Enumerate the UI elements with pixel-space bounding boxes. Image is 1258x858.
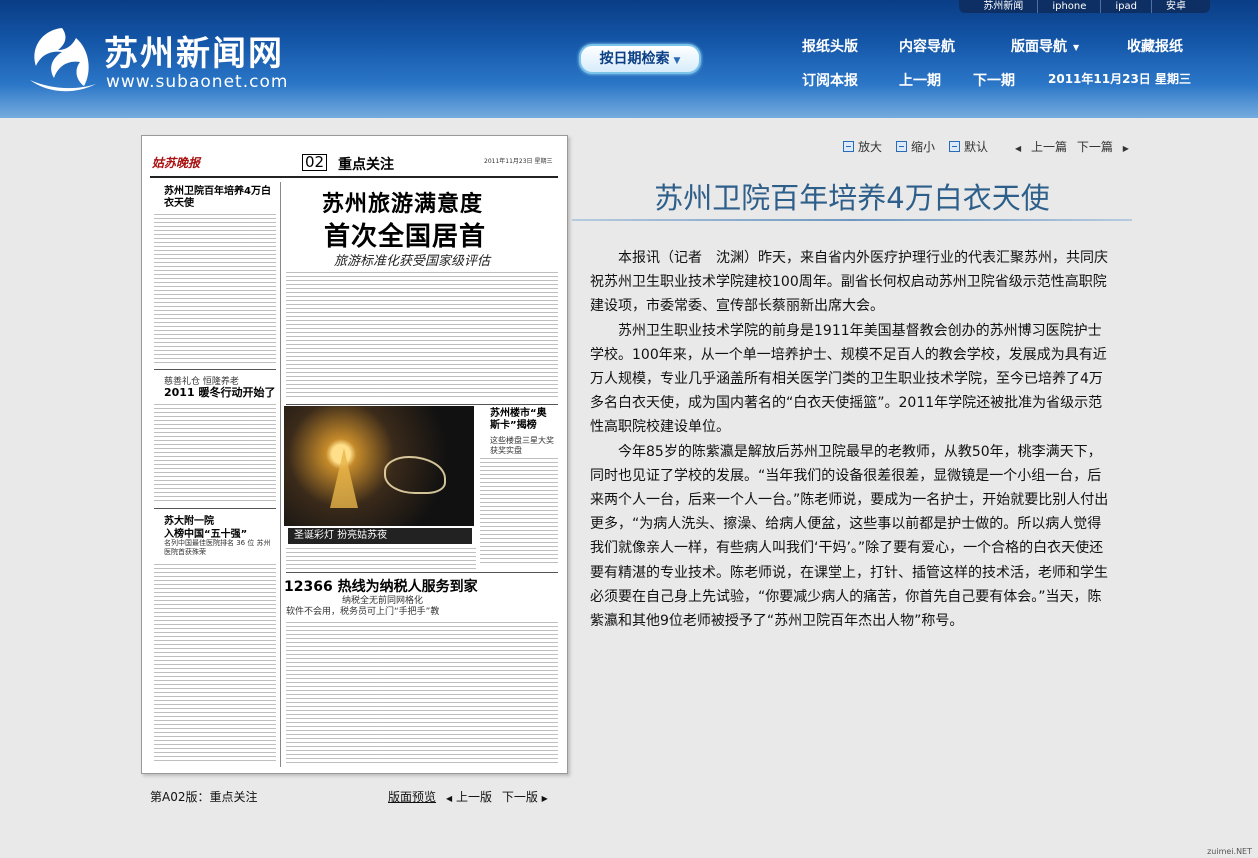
edition-pager: ◀ 上一版 下一版 ▶ bbox=[446, 788, 548, 805]
nav-prev-issue[interactable]: 上一期 bbox=[899, 70, 941, 90]
triangle-left-icon: ◀ bbox=[1015, 144, 1022, 153]
logo-mark-icon bbox=[30, 28, 96, 92]
paper-main-subhead: 旅游标准化获受国家级评估 bbox=[334, 254, 491, 269]
logo-domain-text: www.subaonet.com bbox=[106, 72, 289, 92]
article-paragraph: 本报讯（记者 沈渊）昨天，来自省内外医疗护理行业的代表汇聚苏州，共同庆祝苏州卫生… bbox=[590, 250, 1108, 315]
article-title: 苏州卫院百年培养4万白衣天使 bbox=[654, 181, 1050, 215]
top-nav-suzhou-news[interactable]: 苏州新闻 bbox=[969, 0, 1037, 13]
paper-text-block bbox=[154, 214, 276, 364]
paper-text-block bbox=[154, 404, 276, 504]
next-article-link[interactable]: 下一篇 bbox=[1077, 140, 1113, 154]
nav-layout-nav[interactable]: 版面导航 ▼ bbox=[1011, 36, 1079, 56]
paper-main-headline1: 苏州旅游满意度 bbox=[322, 192, 484, 217]
zoom-in-icon bbox=[843, 141, 854, 152]
article-body: 本报讯（记者 沈渊）昨天，来自省内外医疗护理行业的代表汇聚苏州，共同庆祝苏州卫生… bbox=[590, 246, 1111, 633]
zoom-in-button[interactable]: 放大 bbox=[843, 138, 882, 155]
prev-edition-link[interactable]: 上一版 bbox=[456, 790, 492, 804]
zoom-out-button[interactable]: 缩小 bbox=[896, 138, 935, 155]
nav-content-nav[interactable]: 内容导航 bbox=[899, 36, 955, 56]
paper-christmas-photo bbox=[284, 406, 474, 526]
triangle-right-icon: ▶ bbox=[541, 794, 548, 803]
nav-front-page[interactable]: 报纸头版 bbox=[802, 36, 858, 56]
paper-date-small: 2011年11月23日 星期三 bbox=[484, 158, 553, 165]
newspaper-page-preview[interactable]: 姑苏晚报 02 重点关注 2011年11月23日 星期三 苏州卫院百年培养4万白… bbox=[141, 135, 568, 774]
paper-divider bbox=[154, 369, 276, 370]
paper-section: 重点关注 bbox=[338, 157, 394, 173]
paper-divider bbox=[286, 404, 558, 405]
article-paragraph: 今年85岁的陈紫瀛是解放后苏州卫院最早的老教师，从教50年，桃李满天下，同时也见… bbox=[590, 443, 1109, 630]
paper-text-block bbox=[286, 622, 558, 764]
nav-layout-nav-label: 版面导航 bbox=[1011, 39, 1067, 55]
zoom-in-label: 放大 bbox=[858, 140, 883, 154]
paper-masthead: 姑苏晚报 bbox=[152, 156, 201, 170]
deer-lights bbox=[384, 456, 446, 494]
paper-bottom-sub2: 软件不会用，税务员可上门“手把手”教 bbox=[286, 607, 440, 617]
paper-right-subhead: 这些楼盘三星大奖 获奖实盘 bbox=[490, 436, 554, 455]
date-search-label: 按日期检索 bbox=[599, 51, 670, 67]
chevron-down-icon: ▼ bbox=[673, 56, 681, 66]
layout-preview-link[interactable]: 版面预览 bbox=[388, 788, 436, 805]
article-paragraph: 苏州卫生职业技术学院的前身是1911年美国基督教会创办的苏州博习医院护士学校。1… bbox=[590, 322, 1107, 436]
next-edition-link[interactable]: 下一版 bbox=[502, 790, 538, 804]
logo-chinese-text: 苏州新闻网 bbox=[104, 34, 284, 74]
tree-lights bbox=[330, 448, 358, 508]
article-tools: 放大 缩小 默认 ◀ 上一篇 下一篇 ▶ bbox=[843, 138, 1132, 155]
paper-left-sub3: 名列中国最佳医院排名 36 位 苏州医院首获殊荣 bbox=[164, 539, 271, 556]
issue-date: 2011年11月23日 星期三 bbox=[1048, 72, 1191, 86]
site-header: 苏州新闻 iphone ipad 安卓 苏州新闻网 www.subaonet.c… bbox=[0, 0, 1258, 118]
paper-text-block bbox=[286, 272, 558, 400]
paper-text-block bbox=[480, 458, 558, 564]
paper-left-headline2: 2011 暖冬行动开始了 bbox=[164, 386, 276, 399]
paper-divider bbox=[286, 572, 558, 573]
paper-right-headline: 苏州楼市“奥斯卡”揭榜 bbox=[490, 408, 547, 431]
paper-top-rule bbox=[150, 176, 558, 178]
top-nav-android[interactable]: 安卓 bbox=[1151, 0, 1200, 13]
title-underline bbox=[572, 219, 1132, 221]
top-nav-iphone[interactable]: iphone bbox=[1037, 0, 1100, 13]
default-size-icon bbox=[949, 141, 961, 152]
edition-label: 第A02版：重点关注 bbox=[150, 790, 258, 804]
nav-bookmark[interactable]: 收藏报纸 bbox=[1127, 36, 1183, 56]
zoom-out-icon bbox=[896, 141, 908, 152]
paper-column-rule bbox=[280, 182, 281, 767]
paper-text-block bbox=[154, 564, 276, 764]
prev-article-link[interactable]: 上一篇 bbox=[1031, 140, 1067, 154]
paper-page-number: 02 bbox=[302, 154, 328, 171]
paper-left-headline3b: 入榜中国“五十强” bbox=[164, 529, 248, 540]
triangle-right-icon: ▶ bbox=[1122, 144, 1129, 153]
watermark-text: zuimei.NET bbox=[1207, 847, 1252, 856]
top-nav: 苏州新闻 iphone ipad 安卓 bbox=[959, 0, 1210, 13]
date-search-button[interactable]: 按日期检索 ▼ bbox=[579, 44, 701, 74]
paper-divider bbox=[154, 508, 276, 509]
nav-next-issue[interactable]: 下一期 bbox=[973, 70, 1015, 90]
chevron-down-icon: ▼ bbox=[1073, 42, 1080, 52]
triangle-left-icon: ◀ bbox=[446, 794, 453, 803]
top-nav-ipad[interactable]: ipad bbox=[1100, 0, 1151, 13]
paper-left-headline1: 苏州卫院百年培养4万白衣天使 bbox=[164, 186, 271, 209]
nav-subscribe[interactable]: 订阅本报 bbox=[802, 70, 858, 90]
paper-main-headline2: 首次全国居首 bbox=[324, 222, 487, 252]
paper-photo-caption: 圣诞彩灯 扮亮姑苏夜 bbox=[288, 528, 472, 544]
article-pager: ◀ 上一篇 下一篇 ▶ bbox=[1012, 138, 1132, 155]
paper-text-block bbox=[286, 548, 476, 570]
site-logo[interactable]: 苏州新闻网 www.subaonet.com bbox=[22, 20, 302, 100]
zoom-out-label: 缩小 bbox=[911, 140, 936, 154]
default-size-label: 默认 bbox=[964, 140, 989, 154]
default-size-button[interactable]: 默认 bbox=[949, 138, 988, 155]
